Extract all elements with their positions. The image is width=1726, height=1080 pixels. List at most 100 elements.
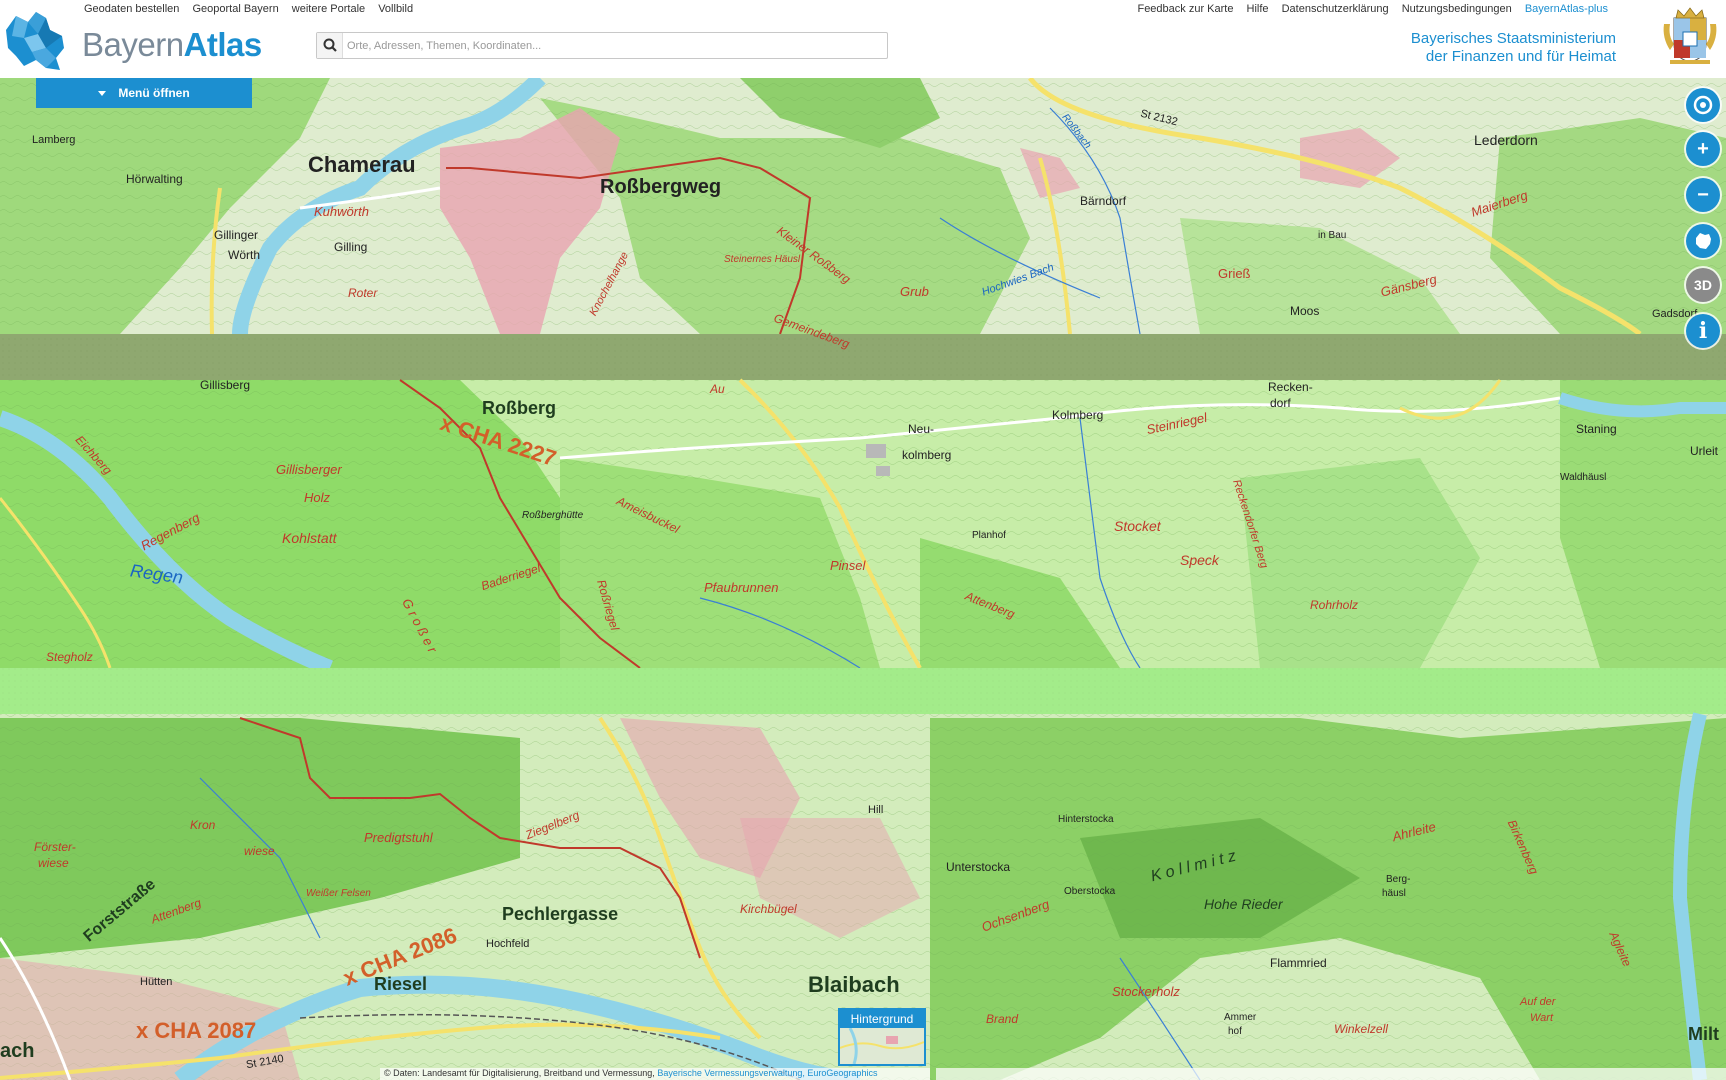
menu-open-button[interactable]: Menü öffnen [36, 78, 252, 108]
info-button[interactable]: i [1686, 314, 1720, 348]
map-label-lederdorn: Lederdorn [1474, 132, 1538, 148]
map-label-huetten: Hütten [140, 976, 173, 988]
map-label-wart: Wart [1530, 1012, 1554, 1024]
location-target-icon [1693, 95, 1713, 115]
menu-open-label: Menü öffnen [118, 86, 190, 100]
background-switcher-button[interactable]: Hintergrund [838, 1008, 926, 1066]
map-label-oberstocka: Oberstocka [1064, 886, 1116, 897]
map-label-stockerholz: Stockerholz [1112, 984, 1180, 999]
map-label-grub: Grub [900, 284, 929, 299]
link-vollbild[interactable]: Vollbild [378, 3, 413, 15]
map-label-pfaubrunnen: Pfaubrunnen [704, 580, 779, 595]
link-geodaten-bestellen[interactable]: Geodaten bestellen [84, 3, 179, 15]
map-gap-band-texture [0, 668, 1726, 714]
map-label-griess: Grieß [1218, 266, 1251, 281]
map-label-kohlstatt: Kohlstatt [282, 530, 337, 546]
attribution-link-vermessung[interactable]: Bayerische Vermessungsverwaltung, [657, 1068, 805, 1078]
map-label-stegholz: Stegholz [46, 650, 93, 664]
zoom-to-bavaria-button[interactable] [1686, 224, 1720, 258]
map-label-kron: Kron [190, 818, 216, 832]
map-label-chamerau: Chamerau [308, 152, 416, 177]
map-label-in-bau: in Bau [1318, 230, 1347, 241]
search-input[interactable] [347, 36, 877, 55]
map-label-berg: Berg- [1386, 874, 1411, 885]
map-label-gillisberger: Gillisberger [276, 462, 342, 477]
link-datenschutz[interactable]: Datenschutzerklärung [1282, 3, 1389, 15]
map-label-moos: Moos [1290, 304, 1320, 318]
link-weitere-portale[interactable]: weitere Portale [292, 3, 365, 15]
map-label-kolmberg-2: kolmberg [902, 448, 952, 462]
logo-text-bayern: Bayern [82, 26, 184, 63]
map-label-kirchbuegel: Kirchbügel [740, 902, 797, 916]
map-label-gilling: Gilling [334, 240, 368, 254]
zoom-out-button[interactable]: − [1686, 178, 1720, 212]
map-label-auf-der: Auf der [1520, 996, 1556, 1008]
map-label-roter-haar: Roter [348, 286, 378, 300]
map-attribution: © Daten: Landesamt für Digitalisierung, … [380, 1068, 930, 1080]
map-label-winkelzell: Winkelzell [1334, 1022, 1388, 1036]
map-canvas[interactable]: Chamerau Roßbergweg Lederdorn Hörwalting… [0, 78, 1726, 1080]
link-bayernatlas-plus[interactable]: BayernAtlas-plus [1525, 3, 1608, 15]
map-label-cha2087: x CHA 2087 [136, 1018, 257, 1043]
map-label-hohe-rieder: Hohe Rieder [1204, 896, 1283, 912]
map-label-flammried: Flammried [1270, 956, 1327, 970]
map-footer-strip [936, 1068, 1726, 1080]
map-label-recken: Recken- [1268, 380, 1313, 394]
contour-lines [0, 380, 1726, 668]
link-geoportal-bayern[interactable]: Geoportal Bayern [192, 3, 278, 15]
map-label-ach: ach [0, 1040, 35, 1062]
map-label-rossberg: Roßberg [482, 398, 556, 418]
map-label-pinsel: Pinsel [830, 558, 866, 573]
map-gap-band-texture [0, 334, 1726, 380]
map-label-neu: Neu- [908, 422, 935, 436]
zoom-in-button[interactable]: + [1686, 132, 1720, 166]
contour-lines [0, 78, 1726, 334]
map-label-dorf: dorf [1270, 396, 1291, 410]
plus-icon: + [1697, 137, 1709, 160]
map-label-haeusl: häusl [1382, 888, 1406, 899]
link-nutzungsbedingungen[interactable]: Nutzungsbedingungen [1402, 3, 1512, 15]
map-label-au: Au [710, 382, 725, 396]
building [866, 444, 886, 458]
map-label-unterstocka: Unterstocka [946, 860, 1011, 874]
ministry-line-2: der Finanzen und für Heimat [1425, 48, 1616, 65]
search-box[interactable] [316, 32, 888, 59]
map-label-baerndorf: Bärndorf [1080, 194, 1127, 208]
search-icon[interactable] [317, 33, 343, 58]
map-label-urleit: Urleit [1690, 444, 1719, 458]
map-label-staning: Staning [1576, 422, 1617, 436]
map-label-pechlergasse: Pechlergasse [502, 904, 619, 924]
map-label-predigtstuhl: Predigtstuhl [364, 830, 433, 845]
map-label-hinterstocka: Hinterstocka [1058, 814, 1114, 825]
3d-icon: 3D [1694, 277, 1712, 293]
3d-view-button[interactable]: 3D [1686, 268, 1720, 302]
minus-icon: − [1697, 183, 1709, 206]
background-label: Hintergrund [840, 1010, 924, 1028]
map-label-blaibach: Blaibach [808, 972, 900, 997]
link-feedback[interactable]: Feedback zur Karte [1137, 3, 1233, 15]
map-label-gillinger: Gillinger [214, 228, 259, 242]
map-label-hoerwalting: Hörwalting [126, 172, 183, 186]
info-icon: i [1698, 318, 1708, 344]
map-label-lamberg: Lamberg [32, 134, 76, 146]
coat-of-arms-icon [1663, 7, 1717, 64]
map-label-brand: Brand [986, 1012, 1019, 1026]
bayernatlas-logo[interactable]: BayernAtlas [82, 26, 262, 64]
ministry-line-1: Bayerisches Staatsministerium [1410, 30, 1616, 47]
map-label-woerth: Wörth [228, 248, 261, 262]
map-label-weisser-felsen: Weißer Felsen [306, 888, 371, 899]
top-links-left: Geodaten bestellen Geoportal Bayern weit… [84, 3, 423, 15]
map-label-rossberghuette: Roßberghütte [522, 510, 584, 521]
map-label-hof: hof [1228, 1026, 1242, 1037]
geolocation-button[interactable] [1686, 88, 1720, 122]
map-graphics [0, 78, 1726, 1080]
map-label-ammer: Ammer [1224, 1012, 1257, 1023]
attribution-link-eurogeographics[interactable]: EuroGeographics [807, 1068, 877, 1078]
bavaria-logo-icon[interactable] [2, 8, 70, 74]
link-hilfe[interactable]: Hilfe [1247, 3, 1269, 15]
header: Geodaten bestellen Geoportal Bayern weit… [0, 0, 1726, 78]
map-label-milt: Milt [1688, 1024, 1719, 1044]
background-thumbnail-icon [840, 1028, 924, 1064]
map-label-riesel: Riesel [374, 974, 428, 994]
map-label-hill: Hill [868, 804, 884, 816]
